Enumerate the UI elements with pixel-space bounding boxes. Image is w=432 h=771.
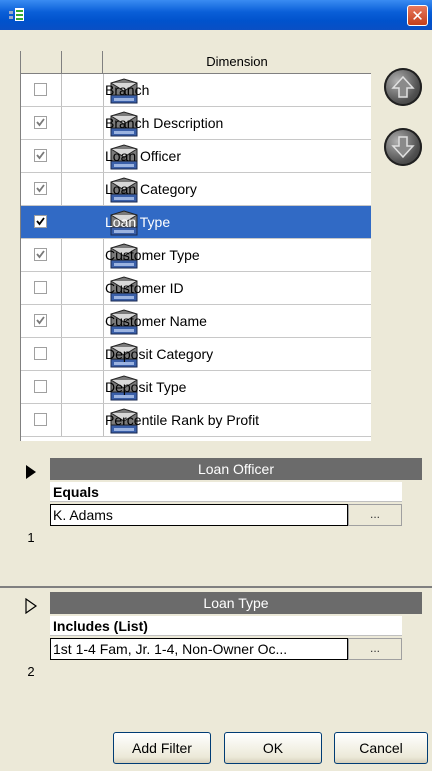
checkbox-cell <box>21 206 62 238</box>
filter-2-number: 2 <box>27 664 35 679</box>
dimension-label: Deposit Category <box>105 346 214 362</box>
dimension-checkbox[interactable] <box>34 347 47 360</box>
icon-cell <box>61 74 138 106</box>
dimension-row[interactable]: Loan Type <box>21 206 371 239</box>
dimension-checkbox[interactable] <box>34 413 47 426</box>
dimension-checkbox[interactable] <box>34 149 47 162</box>
checkbox-cell <box>21 371 62 403</box>
checkbox-cell <box>21 74 62 106</box>
dimension-row[interactable]: Customer Name <box>21 305 371 338</box>
filter-1-value-field[interactable]: K. Adams <box>50 504 348 526</box>
dimension-label: Branch <box>105 82 150 98</box>
filter-1-dimension: Loan Officer <box>50 458 422 480</box>
dimension-row[interactable]: Branch Description <box>21 107 371 140</box>
filter-1-number: 1 <box>27 530 35 545</box>
icon-cell <box>61 272 138 304</box>
checkbox-cell <box>21 140 62 172</box>
dimension-checkbox[interactable] <box>34 116 47 129</box>
checkbox-cell <box>21 173 62 205</box>
close-icon: ✕ <box>411 7 424 25</box>
filter-2-dimension: Loan Type <box>50 592 422 614</box>
arrow-up-icon <box>391 75 415 98</box>
icon-cell <box>61 305 138 337</box>
dimension-checkbox[interactable] <box>34 314 47 327</box>
dimension-checkbox[interactable] <box>34 281 47 294</box>
dimension-label: Loan Officer <box>105 148 182 164</box>
filter-1-row-header[interactable]: 1 <box>20 458 43 586</box>
dimension-row[interactable]: Customer Type <box>21 239 371 272</box>
icon-cell <box>61 140 138 172</box>
filter-1: 1 Loan Officer Equals K. Adams ... <box>20 458 432 586</box>
checkbox-cell <box>21 239 62 271</box>
checkbox-cell <box>21 338 62 370</box>
dimension-row[interactable]: Branch <box>21 74 371 107</box>
dimension-checkbox[interactable] <box>34 248 47 261</box>
icon-cell <box>61 371 138 403</box>
header-icon-cell <box>62 51 103 73</box>
dimension-label: Customer Type <box>105 247 200 263</box>
checkbox-cell <box>21 404 62 436</box>
filter-2-value-field[interactable]: 1st 1-4 Fam, Jr. 1-4, Non-Owner Oc... <box>50 638 348 660</box>
dimension-label: Customer ID <box>105 280 184 296</box>
arrow-down-icon <box>391 136 415 159</box>
icon-cell <box>61 239 138 271</box>
icon-cell <box>61 338 138 370</box>
dimension-row[interactable]: Customer ID <box>21 272 371 305</box>
checkbox-cell <box>21 272 62 304</box>
filter-1-operator[interactable]: Equals <box>50 482 402 502</box>
cancel-button[interactable]: Cancel <box>334 732 428 764</box>
dimension-checkbox[interactable] <box>34 215 47 228</box>
filter-2-row-header[interactable]: 2 <box>20 592 43 720</box>
dimension-checkbox[interactable] <box>34 83 47 96</box>
ok-button[interactable]: OK <box>224 732 322 764</box>
dimension-checkbox[interactable] <box>34 182 47 195</box>
title-bar: ✕ <box>0 0 432 30</box>
header-checkbox-cell <box>21 51 62 73</box>
checkbox-cell <box>21 305 62 337</box>
close-button[interactable]: ✕ <box>407 5 428 26</box>
dimension-table: Dimension Branch Branch Description Loan O… <box>20 51 371 441</box>
dimension-column-header[interactable]: Dimension <box>103 51 371 73</box>
filter-2-operator[interactable]: Includes (List) <box>50 616 402 636</box>
dimension-table-header: Dimension <box>21 51 371 74</box>
filter-2-browse-button[interactable]: ... <box>348 638 402 660</box>
add-filter-button[interactable]: Add Filter <box>113 732 211 764</box>
filter-2: 2 Loan Type Includes (List) 1st 1-4 Fam,… <box>20 592 432 720</box>
icon-cell <box>61 404 138 436</box>
dimension-label: Loan Category <box>105 181 197 197</box>
icon-cell <box>61 206 138 238</box>
checkbox-cell <box>21 107 62 139</box>
dimension-row[interactable]: Percentile Rank by Profit <box>21 404 371 437</box>
move-down-button[interactable] <box>384 128 422 166</box>
dimension-row[interactable]: Deposit Category <box>21 338 371 371</box>
row-pointer-icon <box>26 465 36 479</box>
dimension-row[interactable]: Loan Officer <box>21 140 371 173</box>
row-pointer-outline-icon <box>25 598 38 614</box>
icon-cell <box>61 107 138 139</box>
dimension-checkbox[interactable] <box>34 380 47 393</box>
filter-1-browse-button[interactable]: ... <box>348 504 402 526</box>
dimension-row[interactable]: Loan Category <box>21 173 371 206</box>
dimension-label: Branch Description <box>105 115 224 131</box>
dimension-label: Percentile Rank by Profit <box>105 412 260 428</box>
move-up-button[interactable] <box>384 68 422 106</box>
icon-cell <box>61 173 138 205</box>
app-icon <box>9 8 24 21</box>
dimension-label: Customer Name <box>105 313 207 329</box>
dimension-row[interactable]: Deposit Type <box>21 371 371 404</box>
dimension-label: Deposit Type <box>105 379 187 395</box>
dimension-label: Loan Type <box>105 214 171 230</box>
filter-divider <box>0 586 432 588</box>
